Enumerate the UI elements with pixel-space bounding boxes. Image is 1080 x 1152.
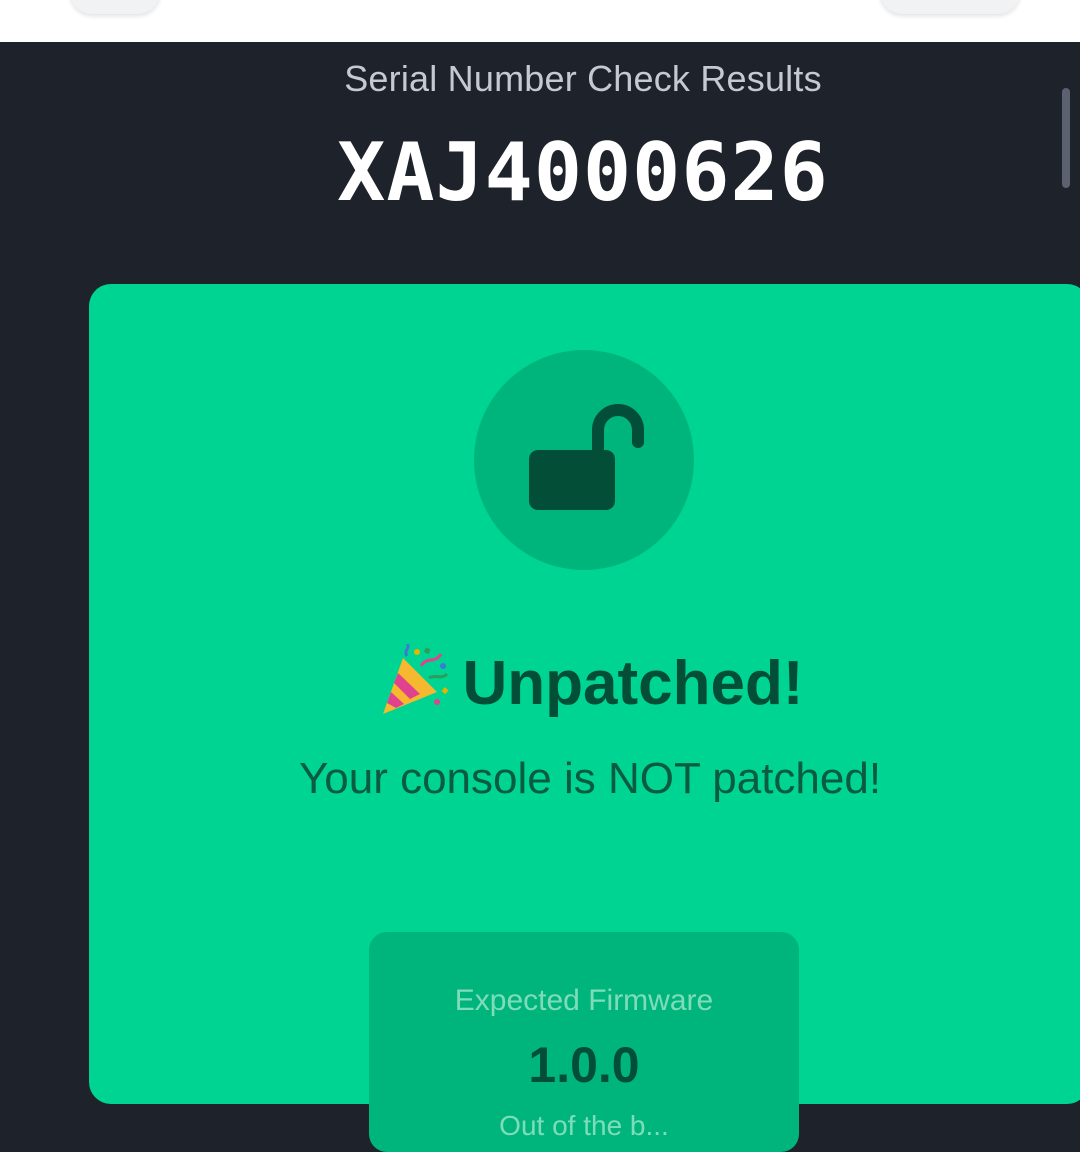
results-page: Serial Number Check Results XAJ4000626 U…: [0, 42, 1080, 1152]
serial-number: XAJ4000626: [337, 126, 829, 219]
party-popper-icon: [377, 642, 451, 723]
browser-pill-left[interactable]: [70, 0, 160, 14]
status-title: Unpatched!: [462, 649, 804, 718]
page-subtitle: Serial Number Check Results: [344, 58, 822, 99]
firmware-box: Expected Firmware 1.0.0 Out of the b...: [369, 932, 799, 1152]
firmware-label: Expected Firmware: [454, 984, 714, 1017]
firmware-value: 1.0.0: [528, 1037, 640, 1093]
browser-top-strip: [0, 0, 1080, 42]
status-description: Your console is NOT patched!: [298, 754, 882, 803]
result-card: Unpatched! Your console is NOT patched! …: [89, 284, 1080, 1152]
firmware-note: Out of the b...: [499, 1110, 669, 1141]
status-icon-circle: [474, 350, 694, 570]
status-line: Unpatched!: [89, 642, 1080, 723]
browser-pill-right[interactable]: [880, 0, 1020, 14]
unlocked-padlock-icon: [529, 404, 644, 510]
